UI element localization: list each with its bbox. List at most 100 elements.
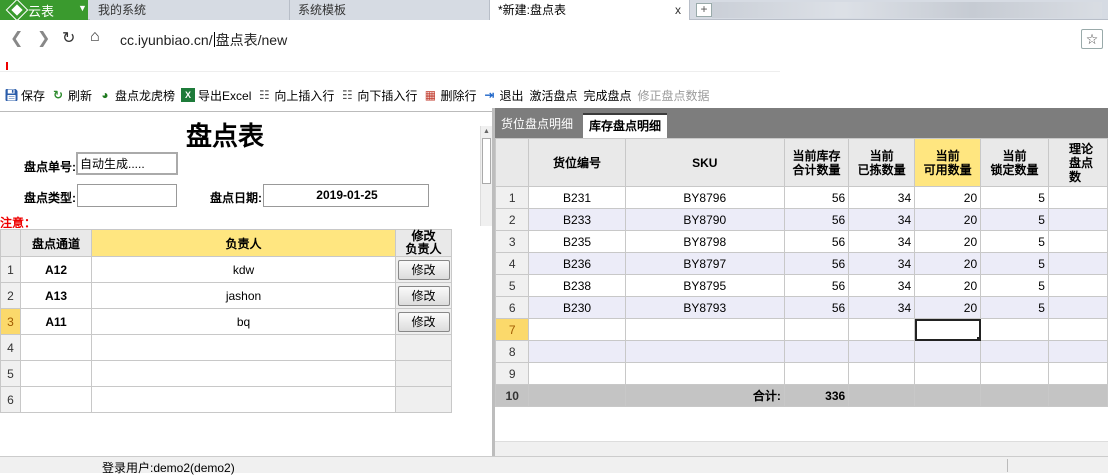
available-qty-cell[interactable]: 20 [914, 230, 982, 253]
row-number[interactable]: 8 [495, 340, 530, 363]
table-row[interactable]: 6 B230 BY8793 56 34 20 5 [495, 296, 1108, 319]
tab-system-template[interactable]: 系统模板 [290, 0, 490, 20]
back-icon[interactable]: ❮ [10, 28, 23, 48]
location-cell[interactable]: B233 [528, 208, 626, 231]
table-row[interactable]: 5 B238 BY8795 56 34 20 5 [495, 274, 1108, 297]
sku-cell[interactable] [624, 318, 785, 341]
table-row[interactable]: 9 [495, 362, 1108, 385]
sku-cell[interactable]: BY8790 [624, 208, 785, 231]
picked-qty-cell[interactable]: 34 [848, 186, 916, 209]
table-row[interactable]: 1 B231 BY8796 56 34 20 5 [495, 186, 1108, 209]
location-cell[interactable] [528, 362, 626, 385]
theory-qty-cell[interactable] [1047, 230, 1108, 253]
available-qty-cell[interactable]: 20 [914, 186, 982, 209]
bookmark-star-icon[interactable]: ☆ [1081, 29, 1103, 49]
scroll-up-icon[interactable]: ▲ [483, 128, 490, 135]
theory-qty-cell[interactable] [1047, 362, 1108, 385]
sku-cell[interactable]: BY8797 [624, 252, 785, 275]
complete-inventory-button[interactable]: 完成盘点 [583, 87, 631, 104]
total-qty-cell[interactable]: 56 [783, 208, 850, 231]
leaderboard-button[interactable]: ◕ 盘点龙虎榜 [98, 87, 175, 104]
row-number[interactable]: 7 [495, 318, 530, 341]
row-number[interactable]: 3 [495, 230, 530, 253]
theory-qty-cell[interactable] [1047, 318, 1108, 341]
person-cell[interactable]: kdw [91, 256, 396, 283]
location-cell[interactable]: B230 [528, 296, 626, 319]
url-field[interactable]: cc.iyunbiao.cn/盘点表/new [120, 30, 287, 50]
picked-qty-cell[interactable] [848, 362, 916, 385]
person-cell[interactable]: jashon [91, 282, 396, 309]
export-excel-button[interactable]: X 导出Excel [181, 87, 251, 104]
refresh-button[interactable]: ↻ 刷新 [51, 87, 92, 104]
table-row[interactable]: 1 A12 kdw 修改 [0, 256, 452, 283]
locked-qty-cell[interactable]: 5 [980, 296, 1049, 319]
row-number[interactable]: 6 [0, 386, 21, 413]
total-qty-cell[interactable] [783, 340, 850, 363]
sku-cell[interactable]: BY8793 [624, 296, 785, 319]
total-qty-cell[interactable]: 56 [783, 252, 850, 275]
location-cell[interactable]: B231 [528, 186, 626, 209]
available-qty-cell[interactable]: 20 [914, 274, 982, 297]
scroll-thumb[interactable] [482, 138, 491, 184]
close-tab-icon[interactable]: x [675, 0, 681, 20]
channel-cell[interactable]: A13 [20, 282, 92, 309]
home-icon[interactable]: ⌂ [90, 28, 100, 46]
theory-qty-cell[interactable] [1047, 296, 1108, 319]
total-qty-cell[interactable]: 56 [783, 186, 850, 209]
row-number[interactable]: 2 [0, 282, 21, 309]
locked-qty-cell[interactable]: 5 [980, 208, 1049, 231]
channel-cell[interactable] [20, 334, 92, 361]
row-number[interactable]: 9 [495, 362, 530, 385]
sku-cell[interactable]: BY8796 [624, 186, 785, 209]
available-qty-cell[interactable]: 20 [914, 208, 982, 231]
channel-cell[interactable]: A11 [20, 308, 92, 335]
tab-location-detail[interactable]: 货位盘点明细 [495, 113, 579, 138]
sku-cell[interactable] [624, 340, 785, 363]
person-cell[interactable]: bq [91, 308, 396, 335]
header-available-qty[interactable]: 当前 可用数量 [914, 138, 982, 187]
header-locked-qty[interactable]: 当前 锁定数量 [980, 138, 1049, 187]
horizontal-scrollbar[interactable] [495, 441, 1108, 456]
table-row[interactable]: 5 [0, 360, 452, 387]
table-row[interactable]: 2 B233 BY8790 56 34 20 5 [495, 208, 1108, 231]
sku-cell[interactable]: BY8795 [624, 274, 785, 297]
delete-row-button[interactable]: ▦ 删除行 [423, 87, 477, 104]
tab-my-system[interactable]: 我的系统 [90, 0, 290, 20]
theory-qty-cell[interactable] [1047, 208, 1108, 231]
channel-cell[interactable]: A12 [20, 256, 92, 283]
total-qty-cell[interactable]: 56 [783, 274, 850, 297]
total-qty-cell[interactable] [783, 362, 850, 385]
locked-qty-cell[interactable]: 5 [980, 274, 1049, 297]
header-total-qty[interactable]: 当前库存 合计数量 [783, 138, 850, 187]
person-cell[interactable] [91, 360, 396, 387]
sku-cell[interactable] [624, 362, 785, 385]
modify-button[interactable]: 修改 [397, 311, 450, 332]
row-number[interactable]: 4 [495, 252, 530, 275]
locked-qty-cell[interactable] [980, 362, 1049, 385]
row-number[interactable]: 5 [495, 274, 530, 297]
row-number[interactable]: 3 [0, 308, 21, 335]
picked-qty-cell[interactable]: 34 [848, 252, 916, 275]
table-row[interactable]: 8 [495, 340, 1108, 363]
available-qty-cell[interactable] [914, 318, 982, 341]
channel-cell[interactable] [20, 386, 92, 413]
row-number[interactable]: 1 [495, 186, 530, 209]
locked-qty-cell[interactable] [980, 340, 1049, 363]
table-row[interactable]: 4 [0, 334, 452, 361]
table-row[interactable]: 4 B236 BY8797 56 34 20 5 [495, 252, 1108, 275]
picked-qty-cell[interactable] [848, 340, 916, 363]
total-qty-cell[interactable]: 56 [783, 230, 850, 253]
channel-cell[interactable] [20, 360, 92, 387]
theory-qty-cell[interactable] [1047, 252, 1108, 275]
save-button[interactable]: 💾︎ 保存 [4, 87, 45, 104]
forward-icon[interactable]: ❯ [37, 28, 50, 48]
person-cell[interactable] [91, 334, 396, 361]
tab-stock-detail[interactable]: 库存盘点明细 [583, 113, 668, 138]
exit-button[interactable]: ⇥ 退出 [482, 87, 523, 104]
available-qty-cell[interactable]: 20 [914, 296, 982, 319]
available-qty-cell[interactable] [914, 362, 982, 385]
row-number[interactable]: 5 [0, 360, 21, 387]
modify-cell[interactable] [395, 360, 452, 387]
table-row[interactable]: 3 B235 BY8798 56 34 20 5 [495, 230, 1108, 253]
table-row[interactable]: 6 [0, 386, 452, 413]
